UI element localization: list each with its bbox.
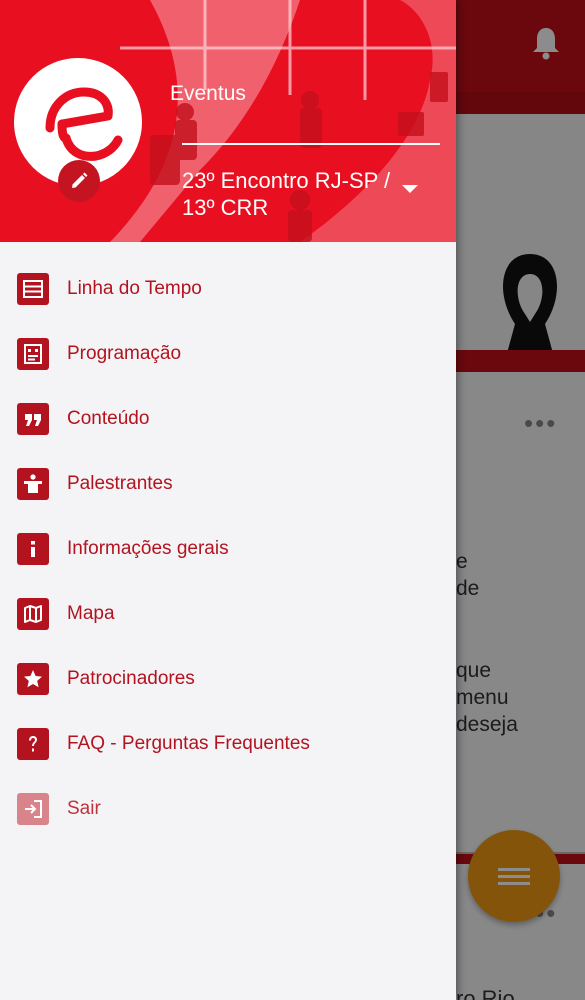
menu-item-label: Linha do Tempo <box>67 277 202 299</box>
menu-item-label: Conteúdo <box>67 407 150 429</box>
menu-item-conteudo[interactable]: Conteúdo <box>0 386 456 451</box>
menu-item-label: FAQ - Perguntas Frequentes <box>67 732 310 754</box>
schedule-icon <box>17 337 49 370</box>
pencil-icon <box>72 172 88 188</box>
menu-item-faq[interactable]: FAQ - Perguntas Frequentes <box>0 711 456 776</box>
menu-item-label: Patrocinadores <box>67 667 195 689</box>
menu-item-patrocinadores[interactable]: Patrocinadores <box>0 646 456 711</box>
menu-item-palestrantes[interactable]: Palestrantes <box>0 451 456 516</box>
menu-item-mapa[interactable]: Mapa <box>0 581 456 646</box>
header-divider <box>182 143 440 145</box>
menu-item-label: Sair <box>67 797 101 819</box>
menu-item-informacoes-gerais[interactable]: Informações gerais <box>0 516 456 581</box>
menu-item-sair[interactable]: Sair <box>0 776 456 841</box>
menu-item-label: Programação <box>67 342 182 364</box>
drawer-header: Eventus 23º Encontro RJ-SP / 13º CRR <box>0 0 456 242</box>
menu-item-label: Palestrantes <box>67 472 173 494</box>
menu-item-label: Informações gerais <box>67 537 229 559</box>
quote-icon <box>17 402 49 435</box>
menu-item-label: Mapa <box>67 602 115 624</box>
map-icon <box>17 597 49 630</box>
navigation-drawer: Eventus 23º Encontro RJ-SP / 13º CRR Lin… <box>0 0 456 1000</box>
drawer-menu: Linha do Tempo Programação Conteúdo Pale… <box>0 256 456 841</box>
star-icon <box>17 662 49 695</box>
info-icon <box>17 532 49 565</box>
app-label: Eventus <box>170 82 246 105</box>
event-selector[interactable]: 23º Encontro RJ-SP / 13º CRR <box>182 167 402 221</box>
menu-item-programacao[interactable]: Programação <box>0 321 456 386</box>
dropdown-arrow-icon[interactable] <box>400 183 420 195</box>
timeline-icon <box>17 272 49 305</box>
question-icon <box>17 727 49 760</box>
menu-item-linha-do-tempo[interactable]: Linha do Tempo <box>0 256 456 321</box>
speaker-podium-icon <box>17 467 49 500</box>
edit-profile-button[interactable] <box>58 160 100 202</box>
logout-icon <box>17 792 49 825</box>
